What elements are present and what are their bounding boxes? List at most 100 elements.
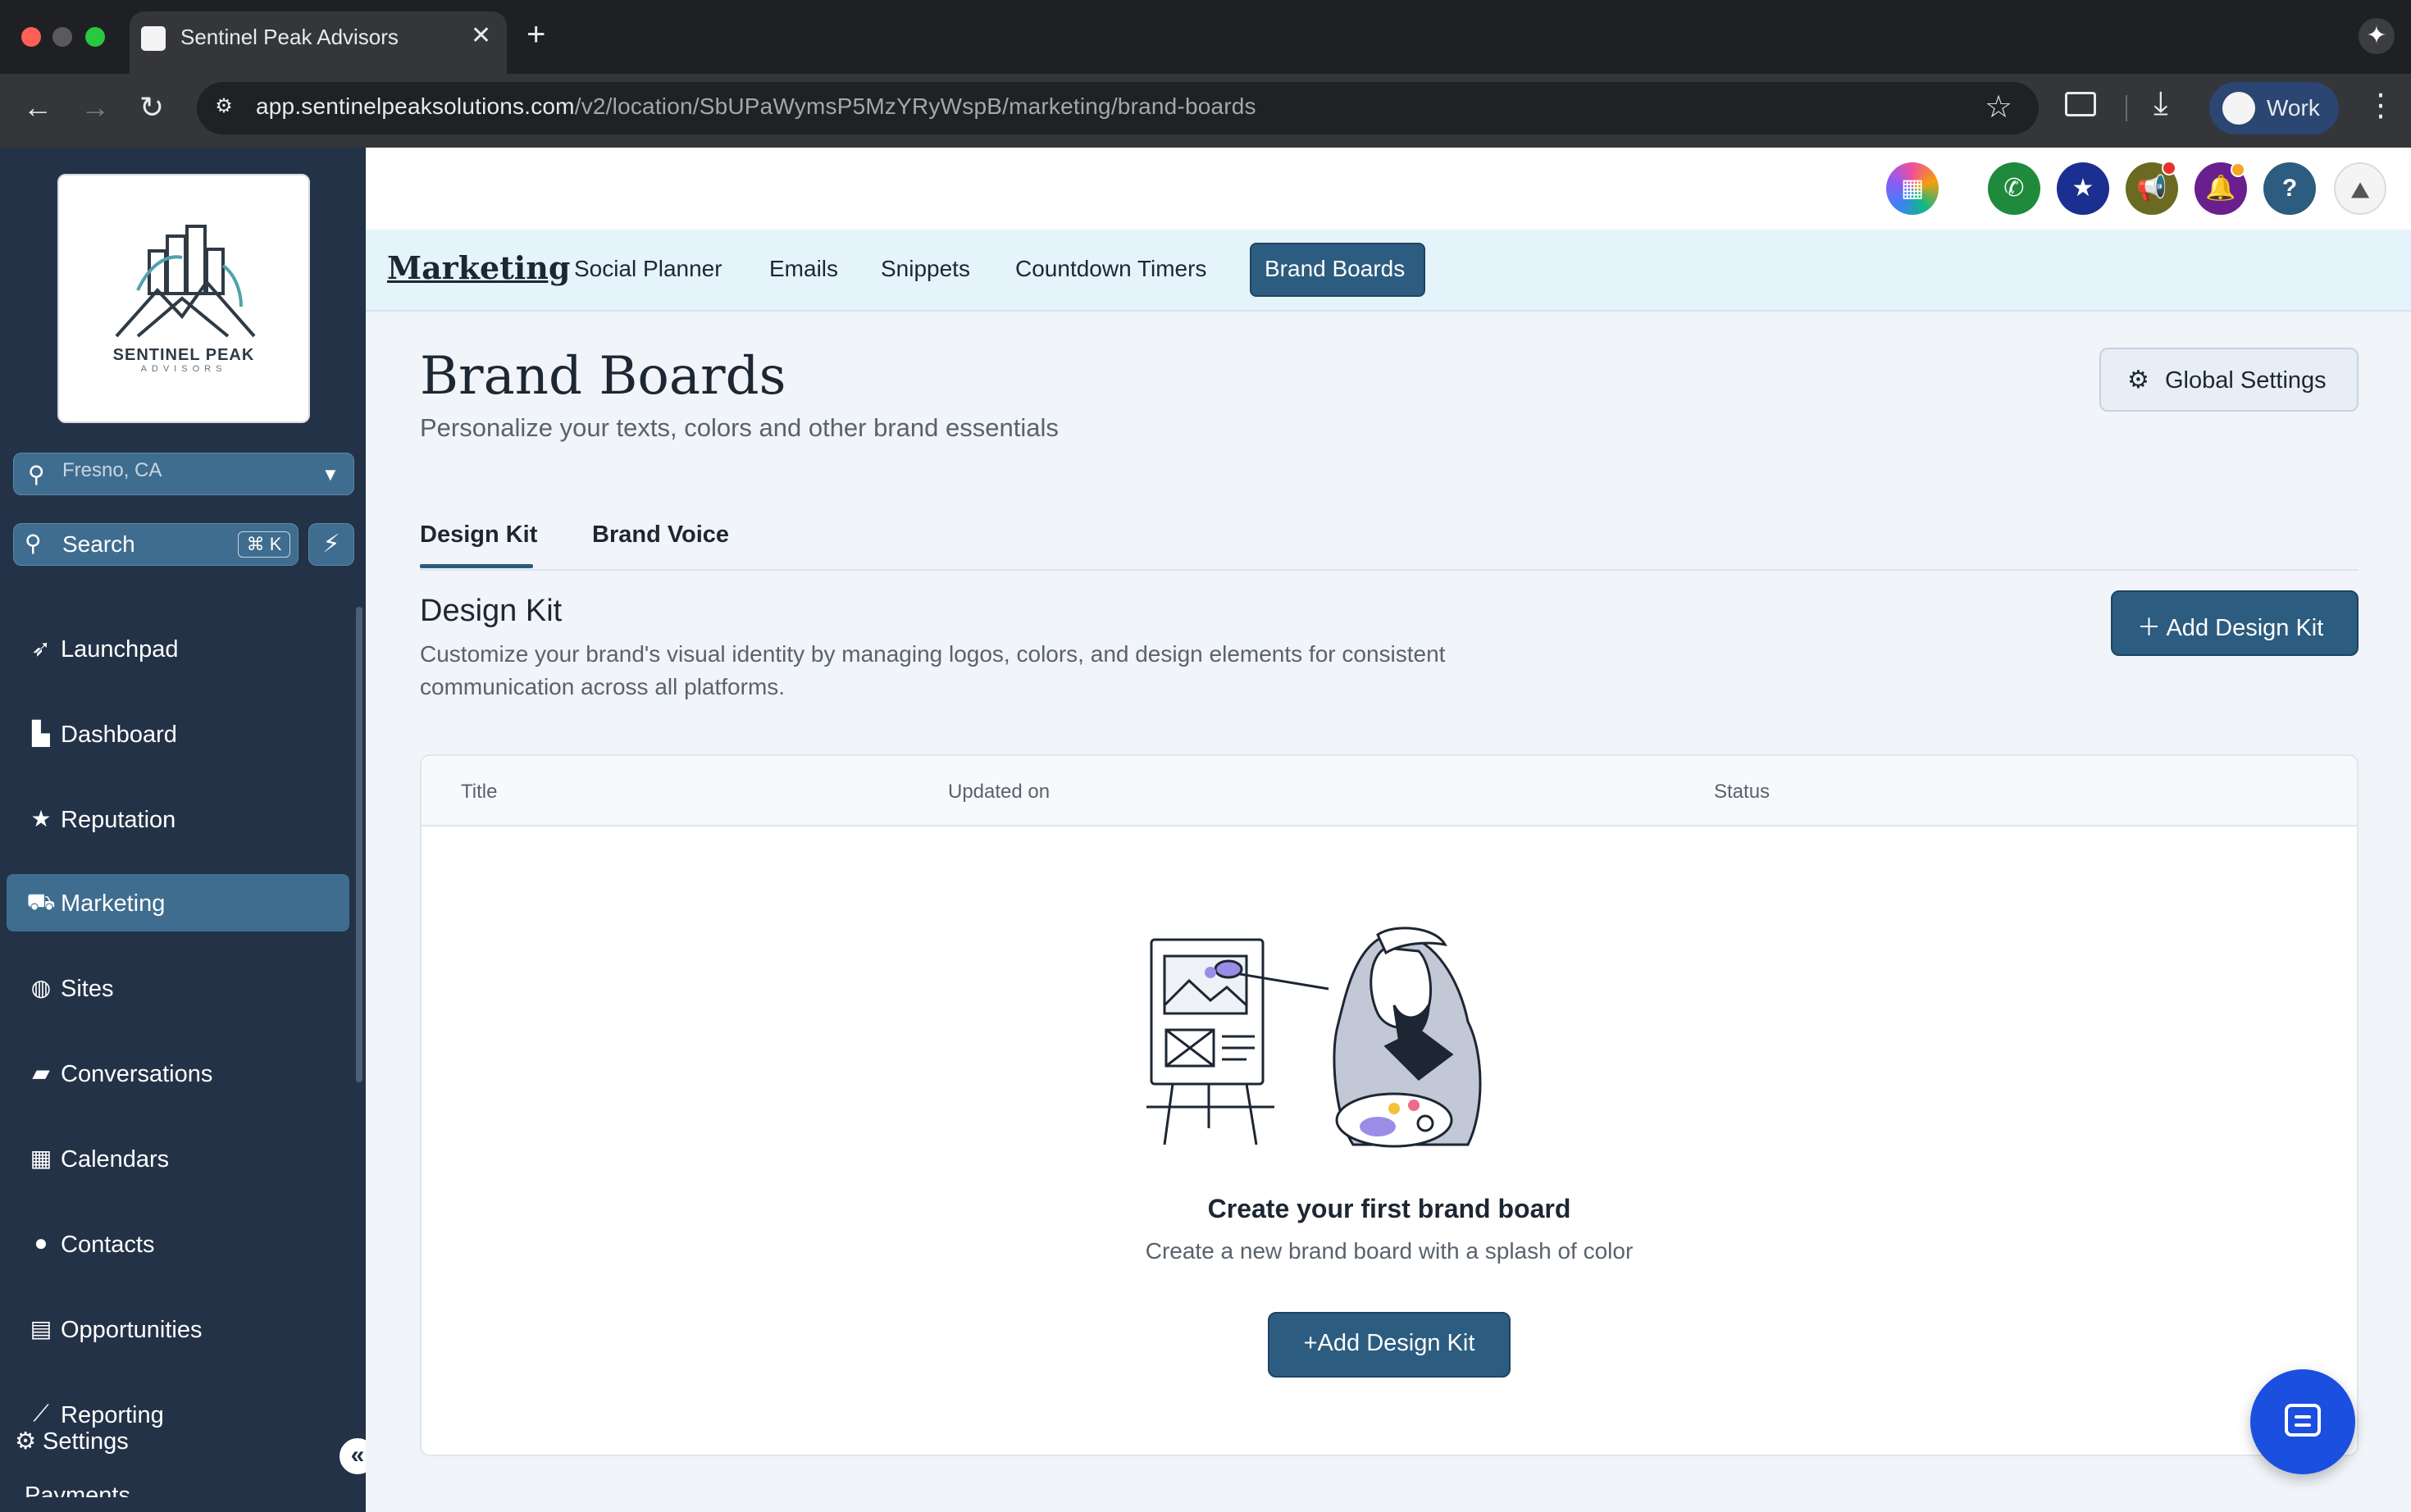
column-header-title[interactable]: Title: [461, 781, 497, 804]
gear-icon: ⚙: [2127, 367, 2149, 394]
sidebar-item-label: Calendars: [61, 1146, 170, 1173]
forward-icon[interactable]: →: [80, 90, 110, 125]
sidebar-item-reputation[interactable]: ★ Reputation: [7, 790, 349, 848]
sidebar-item-dashboard[interactable]: ▙ Dashboard: [7, 705, 349, 763]
site-info-icon[interactable]: ⚙: [210, 93, 238, 121]
sidebar-item-label: Reputation: [61, 807, 176, 833]
user-avatar[interactable]: ⛰: [2334, 162, 2386, 215]
announcements-badge: [2162, 161, 2176, 175]
gemini-spark-icon[interactable]: ✦: [2359, 18, 2395, 54]
mountain-logo-icon: [115, 225, 256, 338]
tab-close-icon[interactable]: ✕: [471, 21, 491, 50]
profile-avatar: [2222, 92, 2255, 125]
tab-favicon-icon: [141, 26, 166, 51]
search-shortcut-badge: ⌘ K: [238, 531, 290, 558]
empty-state-add-text: Add Design Kit: [1317, 1330, 1475, 1356]
active-tab-indicator: [420, 564, 533, 568]
location-pin-icon: ⚲: [28, 462, 45, 487]
empty-state-add-design-kit-label: +Add Design Kit: [1268, 1330, 1511, 1357]
company-logo[interactable]: [57, 174, 310, 423]
new-tab-icon[interactable]: +: [526, 16, 545, 53]
profile-label: Work: [2267, 95, 2320, 121]
logo-subtitle: ADVISORS: [140, 364, 227, 374]
sidebar-item-marketing[interactable]: ⛟ Marketing: [7, 874, 349, 931]
sidebar-item-label: Launchpad: [61, 636, 179, 663]
calendar-icon: ▦: [30, 1145, 52, 1171]
add-design-kit-label: ＋ Add Design Kit: [2137, 608, 2323, 643]
sidebar-item-label: Sites: [61, 976, 114, 1002]
quick-actions-bolt-icon[interactable]: ⚡: [308, 523, 354, 566]
empty-state-title: Create your first brand board: [1207, 1194, 1571, 1223]
rocket-icon: ➶: [31, 635, 51, 661]
tab-design-kit[interactable]: Design Kit: [420, 521, 537, 549]
page-subtitle: Personalize your texts, colors and other…: [420, 413, 1059, 442]
maximize-window-button[interactable]: [85, 27, 105, 47]
help-icon[interactable]: ?: [2263, 162, 2316, 215]
gear-icon: ⚙: [15, 1428, 36, 1455]
sidebar-item-label: Dashboard: [61, 722, 177, 748]
toolbar-divider: [2126, 95, 2127, 121]
sidebar-item-calendars[interactable]: ▦ Calendars: [7, 1130, 349, 1187]
sidebar-item-sites[interactable]: ◍ Sites: [7, 959, 349, 1017]
star-icon: ★: [30, 806, 52, 831]
download-icon[interactable]: ⤓: [2153, 85, 2168, 122]
sidebar-item-label: Conversations: [61, 1061, 213, 1087]
page-title: Brand Boards: [420, 346, 786, 407]
sidebar-item-launchpad[interactable]: ➶ Launchpad: [7, 620, 349, 677]
sidebar-item-label: Marketing: [61, 890, 166, 917]
chat-line-decor: [2295, 1415, 2311, 1419]
globe-icon: ◍: [30, 975, 52, 1000]
painter-illustration-icon: [1146, 927, 1482, 1148]
column-header-status[interactable]: Status: [1714, 781, 1770, 804]
subnav-title[interactable]: Marketing: [387, 249, 570, 286]
chat-icon: ▰: [32, 1060, 50, 1086]
url-text[interactable]: app.sentinelpeaksolutions.com/v2/locatio…: [256, 93, 1256, 120]
reporting-icon: ⟋: [33, 1400, 49, 1426]
search-icon: ⚲: [25, 531, 42, 556]
minimize-window-button[interactable]: [52, 27, 72, 47]
url-path: /v2/location/SbUPaWymsP5MzYRyWspB/market…: [574, 93, 1256, 119]
tab-brand-voice[interactable]: Brand Voice: [592, 521, 729, 549]
chevron-down-icon: ▼: [321, 464, 340, 485]
sidebar-item-label: Contacts: [61, 1232, 155, 1258]
sidebar-item-settings[interactable]: ⚙ Settings: [15, 1427, 129, 1455]
chat-line-decor: [2295, 1423, 2311, 1427]
sidebar-item-label: Reporting: [61, 1402, 164, 1428]
sidebar-item-payments[interactable]: Payments: [25, 1482, 130, 1497]
plus-icon: +: [1303, 1330, 1318, 1356]
tab-title: Sentinel Peak Advisors: [180, 25, 399, 49]
subnav-emails[interactable]: Emails: [769, 256, 838, 282]
sidebar-scrollbar[interactable]: [356, 607, 362, 1082]
logo-title: SENTINEL PEAK: [112, 346, 255, 364]
phone-icon[interactable]: ✆: [1988, 162, 2040, 215]
opportunities-icon: ▤: [30, 1316, 52, 1341]
reload-icon[interactable]: ↻: [139, 90, 164, 125]
subnav-snippets[interactable]: Snippets: [881, 256, 970, 282]
section-title: Design Kit: [420, 594, 563, 628]
close-window-button[interactable]: [21, 27, 41, 47]
sidebar-item-contacts[interactable]: ● Contacts: [7, 1215, 349, 1273]
url-host: app.sentinelpeaksolutions.com: [256, 93, 575, 119]
search-label: Search: [62, 531, 135, 557]
subnav-countdown-timers[interactable]: Countdown Timers: [1015, 256, 1206, 282]
menu-kebab-icon[interactable]: ⋮: [2365, 87, 2396, 124]
bookmark-star-icon[interactable]: ☆: [1985, 89, 2012, 125]
chart-icon: ▙: [32, 721, 50, 746]
contacts-icon: ●: [34, 1230, 48, 1255]
chat-bubble-icon: [2285, 1404, 2321, 1437]
subnav-brand-boards-label: Brand Boards: [1265, 256, 1406, 281]
sidebar-item-opportunities[interactable]: ▤ Opportunities: [7, 1300, 349, 1358]
plus-icon: ＋: [2137, 615, 2167, 641]
subnav-social-planner[interactable]: Social Planner: [574, 256, 722, 282]
tabs-divider: [420, 569, 2359, 571]
sidebar-item-label: Opportunities: [61, 1317, 203, 1343]
favorites-star-icon[interactable]: ★: [2057, 162, 2109, 215]
back-icon[interactable]: ←: [23, 90, 52, 125]
column-header-updated-on[interactable]: Updated on: [948, 781, 1050, 804]
cart-icon: ⛟: [26, 889, 56, 914]
add-design-kit-text: Add Design Kit: [2166, 615, 2324, 641]
cast-icon[interactable]: [2065, 92, 2096, 116]
app-switcher-icon[interactable]: ▦: [1886, 162, 1939, 215]
location-label: Fresno, CA: [62, 459, 162, 481]
sidebar-item-conversations[interactable]: ▰ Conversations: [7, 1045, 349, 1102]
